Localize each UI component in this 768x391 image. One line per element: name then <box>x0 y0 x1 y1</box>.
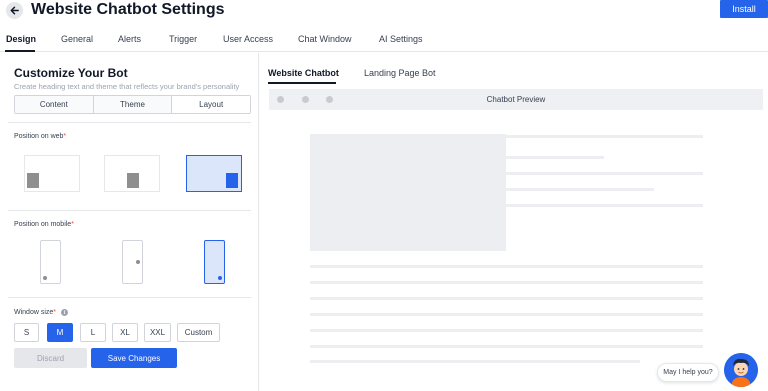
placeholder-line <box>310 265 703 268</box>
settings-tabs: Design General Alerts Trigger User Acces… <box>0 30 768 52</box>
size-s-button[interactable]: S <box>14 323 39 342</box>
bot-avatar-icon <box>724 353 758 387</box>
arrow-left-icon <box>10 6 19 15</box>
size-l-button[interactable]: L <box>80 323 106 342</box>
widget-placeholder <box>127 173 139 188</box>
placeholder-line <box>506 172 703 175</box>
tab-trigger[interactable]: Trigger <box>169 34 197 44</box>
segment-layout[interactable]: Layout <box>172 96 251 113</box>
tab-general[interactable]: General <box>61 34 93 44</box>
position-web-label: Position on web* <box>14 133 66 140</box>
placeholder-line <box>310 329 703 332</box>
active-tab-indicator <box>5 50 35 52</box>
widget-dot <box>136 260 140 264</box>
section-title: Customize Your Bot <box>14 66 128 80</box>
preview-title: Chatbot Preview <box>486 95 546 104</box>
size-xxl-button[interactable]: XXL <box>144 323 171 342</box>
customize-panel: Customize Your Bot Create heading text a… <box>0 53 258 391</box>
divider <box>8 122 251 123</box>
web-position-bottom-right[interactable] <box>186 155 242 192</box>
preview-window-bar: Chatbot Preview <box>269 89 763 110</box>
placeholder-line <box>310 281 703 284</box>
position-mobile-label: Position on mobile* <box>14 221 74 228</box>
position-web-label-text: Position on web <box>14 133 64 140</box>
segment-theme[interactable]: Theme <box>93 96 173 113</box>
size-xl-button[interactable]: XL <box>112 323 138 342</box>
mobile-position-bottom-right[interactable] <box>204 240 225 284</box>
mobile-position-bottom-left[interactable] <box>40 240 61 284</box>
required-mark: * <box>71 221 74 228</box>
divider <box>8 297 251 298</box>
required-mark: * <box>53 309 57 316</box>
window-size-label-text: Window size <box>14 309 54 316</box>
save-changes-button[interactable]: Save Changes <box>91 348 177 368</box>
panel-divider <box>258 53 259 391</box>
placeholder-line <box>310 313 703 316</box>
widget-placeholder <box>226 173 238 188</box>
customize-segmented-control: Content Theme Layout <box>14 95 251 114</box>
size-custom-button[interactable]: Custom <box>177 323 220 342</box>
required-mark: * <box>63 133 67 140</box>
placeholder-line <box>506 188 654 191</box>
tab-user-access[interactable]: User Access <box>223 34 273 44</box>
chatbot-settings-page: Website Chatbot Settings Install Design … <box>0 0 768 391</box>
tab-design[interactable]: Design <box>6 34 36 44</box>
placeholder-line <box>310 297 703 300</box>
install-button[interactable]: Install <box>720 0 768 18</box>
segment-content[interactable]: Content <box>15 96 94 113</box>
window-size-label: Window size* <box>14 309 56 316</box>
page-header: Website Chatbot Settings Install <box>0 0 768 24</box>
widget-placeholder <box>27 173 39 188</box>
section-subtitle: Create heading text and theme that refle… <box>14 82 240 91</box>
placeholder-line <box>310 345 703 348</box>
page-title: Website Chatbot Settings <box>31 1 225 18</box>
placeholder-line <box>310 360 640 363</box>
widget-dot <box>43 276 47 280</box>
info-icon[interactable]: i <box>61 309 68 316</box>
web-position-bottom-left[interactable] <box>24 155 80 192</box>
placeholder-line <box>310 135 703 138</box>
web-position-bottom-center[interactable] <box>104 155 160 192</box>
widget-dot <box>218 276 222 280</box>
chatbot-avatar[interactable] <box>724 353 758 387</box>
divider <box>8 210 251 211</box>
size-m-button[interactable]: M <box>47 323 73 342</box>
placeholder-line <box>506 204 703 207</box>
placeholder-image <box>310 134 506 251</box>
active-preview-tab-indicator <box>268 82 336 84</box>
help-bubble[interactable]: May I help you? <box>657 363 719 382</box>
back-button[interactable] <box>6 2 23 19</box>
tab-landing-page-bot[interactable]: Landing Page Bot <box>364 68 436 78</box>
placeholder-line <box>506 156 604 159</box>
discard-button[interactable]: Discard <box>14 348 87 368</box>
tab-website-chatbot[interactable]: Website Chatbot <box>268 68 339 78</box>
tab-chat-window[interactable]: Chat Window <box>298 34 352 44</box>
position-mobile-label-text: Position on mobile <box>14 221 72 228</box>
tab-ai-settings[interactable]: AI Settings <box>379 34 423 44</box>
tab-alerts[interactable]: Alerts <box>118 34 141 44</box>
mobile-position-center-right[interactable] <box>122 240 143 284</box>
